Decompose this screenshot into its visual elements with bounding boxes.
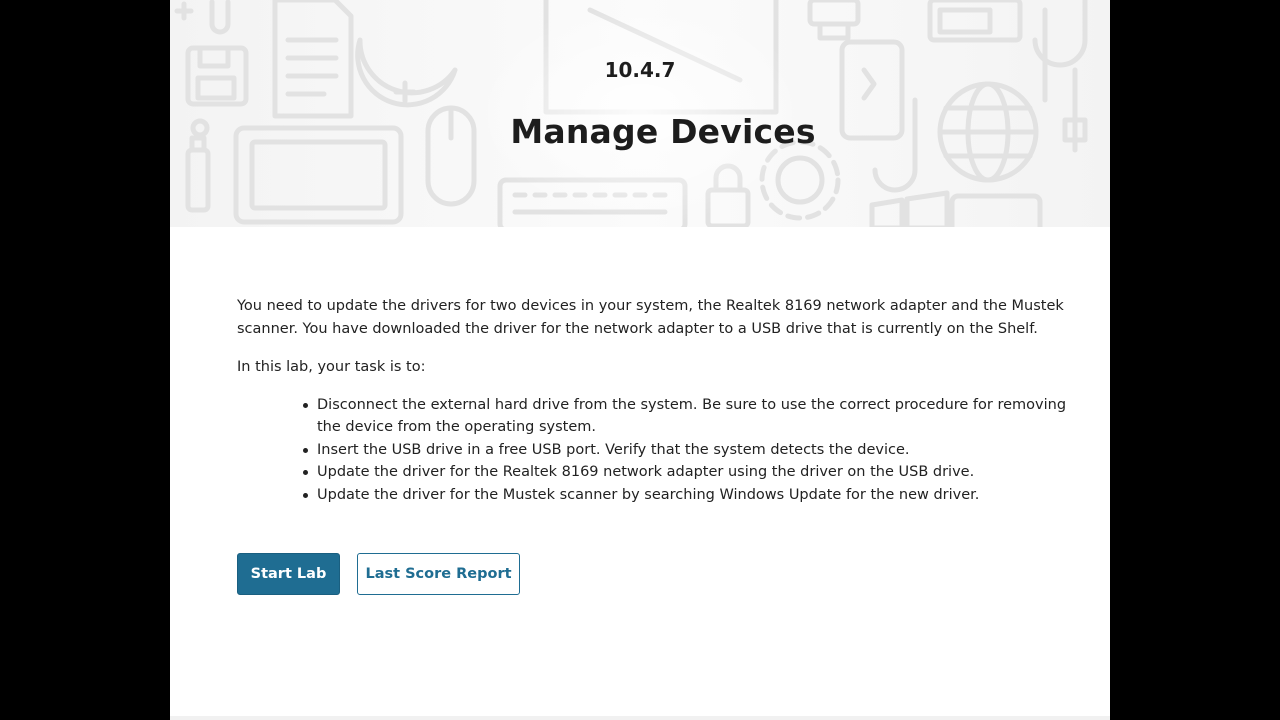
scenario-text: You need to update the drivers for two d… xyxy=(237,298,1064,337)
task-item: Disconnect the external hard drive from … xyxy=(303,394,1067,439)
lab-instructions: You need to update the drivers for two d… xyxy=(237,295,1067,506)
lab-number: 10.4.7 xyxy=(604,58,676,82)
lab-title: Manage Devices xyxy=(510,112,816,151)
windows-logo-icon xyxy=(869,190,950,227)
task-item: Insert the USB drive in a free USB port.… xyxy=(303,439,1067,462)
last-score-report-button[interactable]: Last Score Report xyxy=(357,553,520,595)
footer-divider xyxy=(170,716,1110,720)
printer-icon xyxy=(807,0,861,41)
lab-page: 10.4.7 Manage Devices You need to update… xyxy=(170,0,1110,720)
task-lead-text: In this lab, your task is to: xyxy=(237,359,426,375)
task-list: Disconnect the external hard drive from … xyxy=(237,394,1067,507)
start-lab-button[interactable]: Start Lab xyxy=(237,553,340,595)
task-item: Update the driver for the Realtek 8169 n… xyxy=(303,461,1067,484)
task-item: Update the driver for the Mustek scanner… xyxy=(303,484,1067,507)
